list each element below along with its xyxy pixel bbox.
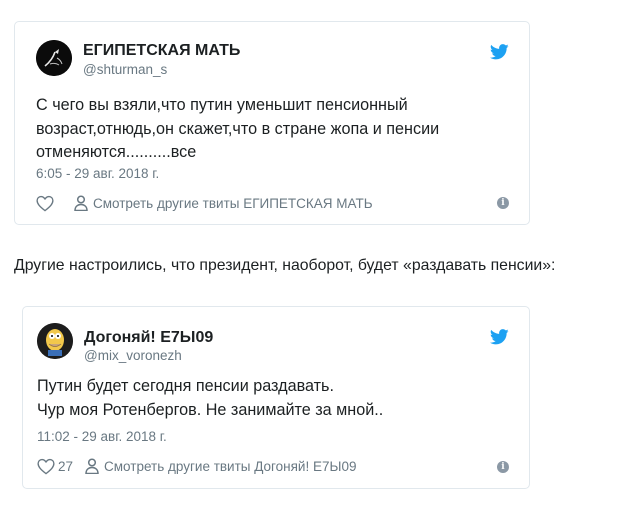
tweet-actions: Смотреть другие твиты ЕГИПЕТСКАЯ МАТЬ — [36, 193, 373, 213]
article-caption: Другие настроились, что президент, наобо… — [14, 257, 556, 274]
twitter-bird-icon[interactable] — [490, 329, 509, 345]
avatar[interactable] — [36, 40, 72, 76]
author-name[interactable]: Догоняй! Е7Ы09 — [84, 329, 213, 347]
tweet-timestamp[interactable]: 11:02 - 29 авг. 2018 г. — [37, 429, 167, 444]
tweet-card: Догоняй! Е7Ы09 @mix_voronezh Путин будет… — [22, 306, 530, 489]
more-tweets-link[interactable]: Смотреть другие твиты Догоняй! Е7Ы09 — [104, 459, 356, 474]
tweet-text-line: возраст,отнюдь,он скажет,что в стране жо… — [36, 119, 440, 138]
person-icon — [74, 195, 88, 211]
person-icon — [85, 458, 99, 474]
info-icon[interactable]: i — [497, 461, 509, 473]
avatar[interactable] — [37, 323, 73, 359]
like-count: 27 — [58, 458, 74, 474]
tweet-text-line: Путин будет сегодня пенсии раздавать. — [37, 377, 334, 395]
author-name[interactable]: ЕГИПЕТСКАЯ МАТЬ — [83, 42, 240, 60]
tweet-timestamp[interactable]: 6:05 - 29 авг. 2018 г. — [36, 166, 159, 181]
heart-icon[interactable] — [37, 458, 55, 475]
tweet-actions: 27 Смотреть другие твиты Догоняй! Е7Ы09 — [37, 456, 356, 476]
tweet-text-line: отменяются..........все — [36, 143, 197, 161]
author-handle[interactable]: @shturman_s — [83, 62, 167, 77]
heart-icon[interactable] — [36, 195, 54, 212]
tweet-text-line: С чего вы взяли,что путин уменьшит пенси… — [36, 96, 408, 114]
tweet-text-line: Чур моя Ротенбергов. Не занимайте за мно… — [37, 400, 384, 419]
info-icon[interactable]: i — [497, 197, 509, 209]
twitter-bird-icon[interactable] — [490, 44, 509, 60]
author-handle[interactable]: @mix_voronezh — [84, 348, 182, 363]
tweet-card: ЕГИПЕТСКАЯ МАТЬ @shturman_s С чего вы вз… — [14, 21, 530, 225]
tweet-text: С чего вы взяли,что путин уменьшит пенси… — [36, 94, 439, 165]
tweet-text: Путин будет сегодня пенсии раздавать. Чу… — [37, 375, 383, 422]
more-tweets-link[interactable]: Смотреть другие твиты ЕГИПЕТСКАЯ МАТЬ — [93, 196, 373, 211]
